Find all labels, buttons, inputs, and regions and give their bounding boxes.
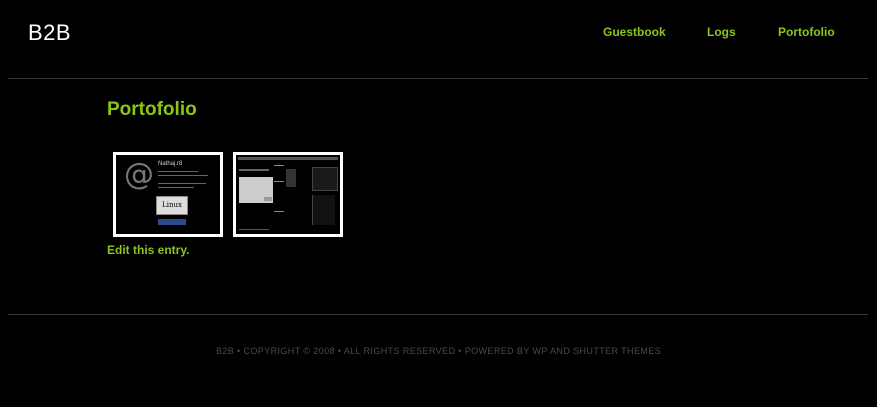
mini-line <box>239 169 269 171</box>
badge-strip <box>158 219 186 225</box>
text-line <box>158 187 194 188</box>
text-line <box>158 175 208 176</box>
mini-column <box>286 169 296 187</box>
mini-line <box>274 165 284 166</box>
text-line <box>158 183 206 184</box>
nav-item-guestbook[interactable]: Guestbook <box>603 25 666 39</box>
nav-item-logs[interactable]: Logs <box>707 25 736 39</box>
thumbnail-title: Nathaj.r8 <box>158 161 183 167</box>
nav-item-portofolio[interactable]: Portofolio <box>778 25 835 39</box>
page-title: Portofolio <box>107 99 197 120</box>
mini-footer <box>239 229 269 230</box>
header-divider <box>8 78 868 79</box>
text-line <box>158 171 198 172</box>
mini-line <box>274 211 284 212</box>
mini-line <box>274 181 284 182</box>
at-sign-icon: @ <box>124 157 154 192</box>
linux-badge: Linux <box>156 196 188 215</box>
footer-copyright: B2B • COPYRIGHT © 2008 • ALL RIGHTS RESE… <box>215 346 662 356</box>
mini-button <box>264 197 272 201</box>
mini-sidebar <box>312 195 335 225</box>
website-screenshot-icon <box>236 155 340 234</box>
portfolio-thumbnail-2[interactable] <box>233 152 343 237</box>
site-title[interactable]: B2B <box>28 20 71 46</box>
mini-header <box>238 157 338 160</box>
edit-entry-link[interactable]: Edit this entry. <box>107 243 189 257</box>
mini-calendar <box>312 167 338 191</box>
portfolio-thumbnail-1[interactable]: @ Nathaj.r8 Linux <box>113 152 223 237</box>
footer-divider <box>8 314 868 315</box>
